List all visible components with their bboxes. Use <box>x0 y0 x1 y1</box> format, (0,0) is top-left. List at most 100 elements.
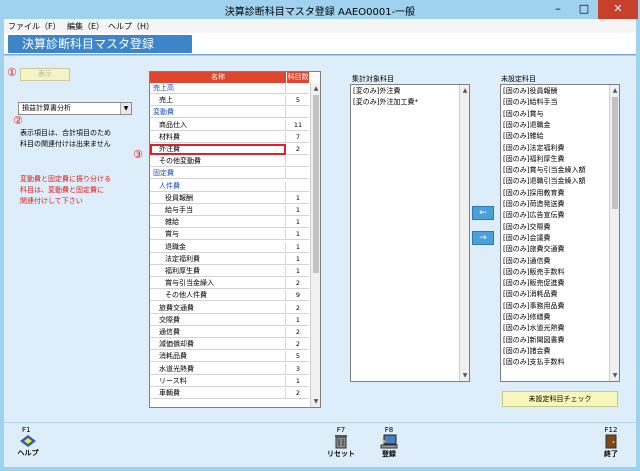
move-to-unassigned-button[interactable]: → <box>472 231 494 245</box>
row-name: 賞与 <box>150 229 286 241</box>
display-button[interactable]: 表示 <box>20 68 70 81</box>
list-item[interactable]: [固のみ]給料手当 <box>503 97 557 108</box>
function-key-bar <box>4 422 636 467</box>
assigned-list[interactable]: [変のみ]外注費 [変のみ]外注加工費* ▲ ▼ <box>350 84 470 382</box>
list-item[interactable]: [固のみ]事務用品費 <box>503 301 564 312</box>
table-row[interactable]: その他人件費 9 <box>150 290 309 302</box>
table-row[interactable]: 人件費 <box>150 180 309 192</box>
list-item[interactable]: [固のみ]退職金 <box>503 120 550 131</box>
scroll-up-icon[interactable]: ▲ <box>311 83 320 94</box>
list-item[interactable]: [固のみ]消耗品費 <box>503 289 557 300</box>
unassigned-list[interactable]: [固のみ]役員報酬 [固のみ]給料手当 [固のみ]賞与 [固のみ]退職金 [固のみ]雑給… <box>500 84 620 382</box>
list-item[interactable]: [変のみ]外注費 <box>353 86 400 97</box>
list-item[interactable]: [固のみ]新聞図書費 <box>503 335 564 346</box>
row-name: 役員報酬 <box>150 192 286 204</box>
list-item[interactable]: [固のみ]賞与引当金繰入額 <box>503 165 585 176</box>
warning-note-line-1: 変動費と固定費に振り分ける <box>20 175 111 183</box>
table-row[interactable]: 旅費交通費 2 <box>150 302 309 314</box>
f12-exit-button[interactable]: F12 終了 <box>596 426 626 459</box>
table-row[interactable]: リース料 1 <box>150 375 309 387</box>
scroll-up-icon[interactable]: ▲ <box>460 85 469 96</box>
scroll-down-icon[interactable]: ▼ <box>610 370 619 381</box>
list-item[interactable]: [固のみ]退職引当金繰入額 <box>503 176 585 187</box>
row-count <box>287 83 309 94</box>
minimize-button[interactable]: – <box>545 0 571 19</box>
table-row[interactable]: 賞与 1 <box>150 229 309 241</box>
table-row[interactable]: その他変動費 <box>150 156 309 168</box>
grid-header-name: 名称 <box>150 72 286 83</box>
table-row[interactable]: 材料費 7 <box>150 131 309 143</box>
scroll-down-icon[interactable]: ▼ <box>460 370 469 381</box>
report-type-select[interactable]: 損益計算書分析 ▼ <box>18 102 132 115</box>
scroll-down-icon[interactable]: ▼ <box>311 396 320 407</box>
menu-help[interactable]: ヘルプ（H） <box>108 21 154 32</box>
table-row[interactable]: 変動費 <box>150 107 309 119</box>
list-item[interactable]: [固のみ]福利厚生費 <box>503 154 564 165</box>
scroll-thumb[interactable] <box>313 95 319 273</box>
list-item[interactable]: [固のみ]販売促進費 <box>503 278 564 289</box>
row-count: 1 <box>295 218 301 227</box>
close-button[interactable]: ✕ <box>598 0 638 19</box>
list-item[interactable]: [固のみ]水道光熱費 <box>503 323 564 334</box>
table-row[interactable]: 役員報酬 1 <box>150 192 309 204</box>
table-row[interactable]: 水道光熱費 3 <box>150 363 309 375</box>
unassigned-check-button[interactable]: 未設定科目チェック <box>502 391 618 407</box>
list-item[interactable]: [固のみ]採用教育費 <box>503 188 564 199</box>
maximize-button[interactable]: □ <box>571 0 597 19</box>
scroll-up-icon[interactable]: ▲ <box>610 85 619 96</box>
table-row[interactable]: 減価償却費 2 <box>150 339 309 351</box>
menu-file[interactable]: ファイル（F） <box>8 21 61 32</box>
list-item[interactable]: [固のみ]役員報酬 <box>503 86 557 97</box>
table-row[interactable]: 賞与引当金繰入 2 <box>150 278 309 290</box>
unassigned-scrollbar[interactable]: ▲ ▼ <box>609 85 619 381</box>
table-row[interactable]: 外注費 2 <box>150 144 309 155</box>
list-item[interactable]: [固のみ]雑給 <box>503 131 543 142</box>
row-count: 11 <box>293 120 303 129</box>
list-item[interactable]: [固のみ]販売手数料 <box>503 267 564 278</box>
header-banner: 決算診断科目マスタ登録 <box>4 33 636 55</box>
list-item[interactable]: [固のみ]通信費 <box>503 256 550 267</box>
f1-key-label: F1 <box>22 426 31 434</box>
table-row[interactable]: 商品仕入 11 <box>150 119 309 131</box>
f7-reset-button[interactable]: F7 リセット <box>326 426 356 459</box>
scroll-thumb[interactable] <box>612 97 618 209</box>
row-count <box>287 168 309 179</box>
list-item[interactable]: [固のみ]修繕費 <box>503 312 550 323</box>
table-row[interactable]: 雑給 1 <box>150 217 309 229</box>
table-row[interactable]: 車輌費 2 <box>150 388 309 399</box>
list-item[interactable]: [固のみ]荷造発送費 <box>503 199 564 210</box>
row-count: 2 <box>295 328 301 336</box>
list-item[interactable]: [固のみ]交際費 <box>503 222 550 233</box>
row-count <box>287 156 309 167</box>
table-row[interactable]: 給与手当 1 <box>150 205 309 216</box>
grid-header-count: 科目数 <box>287 72 309 83</box>
table-row[interactable]: 売上高 <box>150 83 309 94</box>
list-item[interactable]: [固のみ]旅費交通費 <box>503 244 564 255</box>
move-to-assigned-button[interactable]: ← <box>472 206 494 220</box>
table-row[interactable]: 消耗品費 5 <box>150 351 309 363</box>
list-item[interactable]: [固のみ]賞与 <box>503 109 543 120</box>
list-item[interactable]: [変のみ]外注加工費* <box>353 97 418 108</box>
row-name: 雑給 <box>150 217 286 229</box>
list-item[interactable]: [固のみ]諸会費 <box>503 346 550 357</box>
menu-edit[interactable]: 編集（E） <box>67 21 104 32</box>
assigned-scrollbar[interactable]: ▲ ▼ <box>459 85 469 381</box>
list-item[interactable]: [固のみ]支払手数料 <box>503 357 564 368</box>
table-row[interactable]: 法定福利費 1 <box>150 253 309 265</box>
list-item[interactable]: [固のみ]広告宣伝費 <box>503 210 564 221</box>
table-row[interactable]: 福利厚生費 1 <box>150 266 309 277</box>
table-row[interactable]: 通信費 2 <box>150 327 309 338</box>
list-item[interactable]: [固のみ]会議費 <box>503 233 550 244</box>
f1-help-button[interactable]: F1 ヘルプ <box>8 426 48 458</box>
marker-1: ① <box>7 66 17 79</box>
table-row[interactable]: 交際費 1 <box>150 314 309 326</box>
chevron-down-icon[interactable]: ▼ <box>120 103 131 114</box>
table-row[interactable]: 売上 5 <box>150 95 309 107</box>
table-row[interactable]: 退職金 1 <box>150 241 309 253</box>
grid-scrollbar[interactable]: ▲ ▼ <box>310 83 320 407</box>
table-row[interactable]: 固定費 <box>150 168 309 180</box>
list-item[interactable]: [固のみ]法定福利費 <box>503 143 564 154</box>
row-name: その他人件費 <box>150 290 286 302</box>
f8-register-button[interactable]: F8 登録 <box>374 426 404 459</box>
row-name: 給与手当 <box>150 205 286 216</box>
